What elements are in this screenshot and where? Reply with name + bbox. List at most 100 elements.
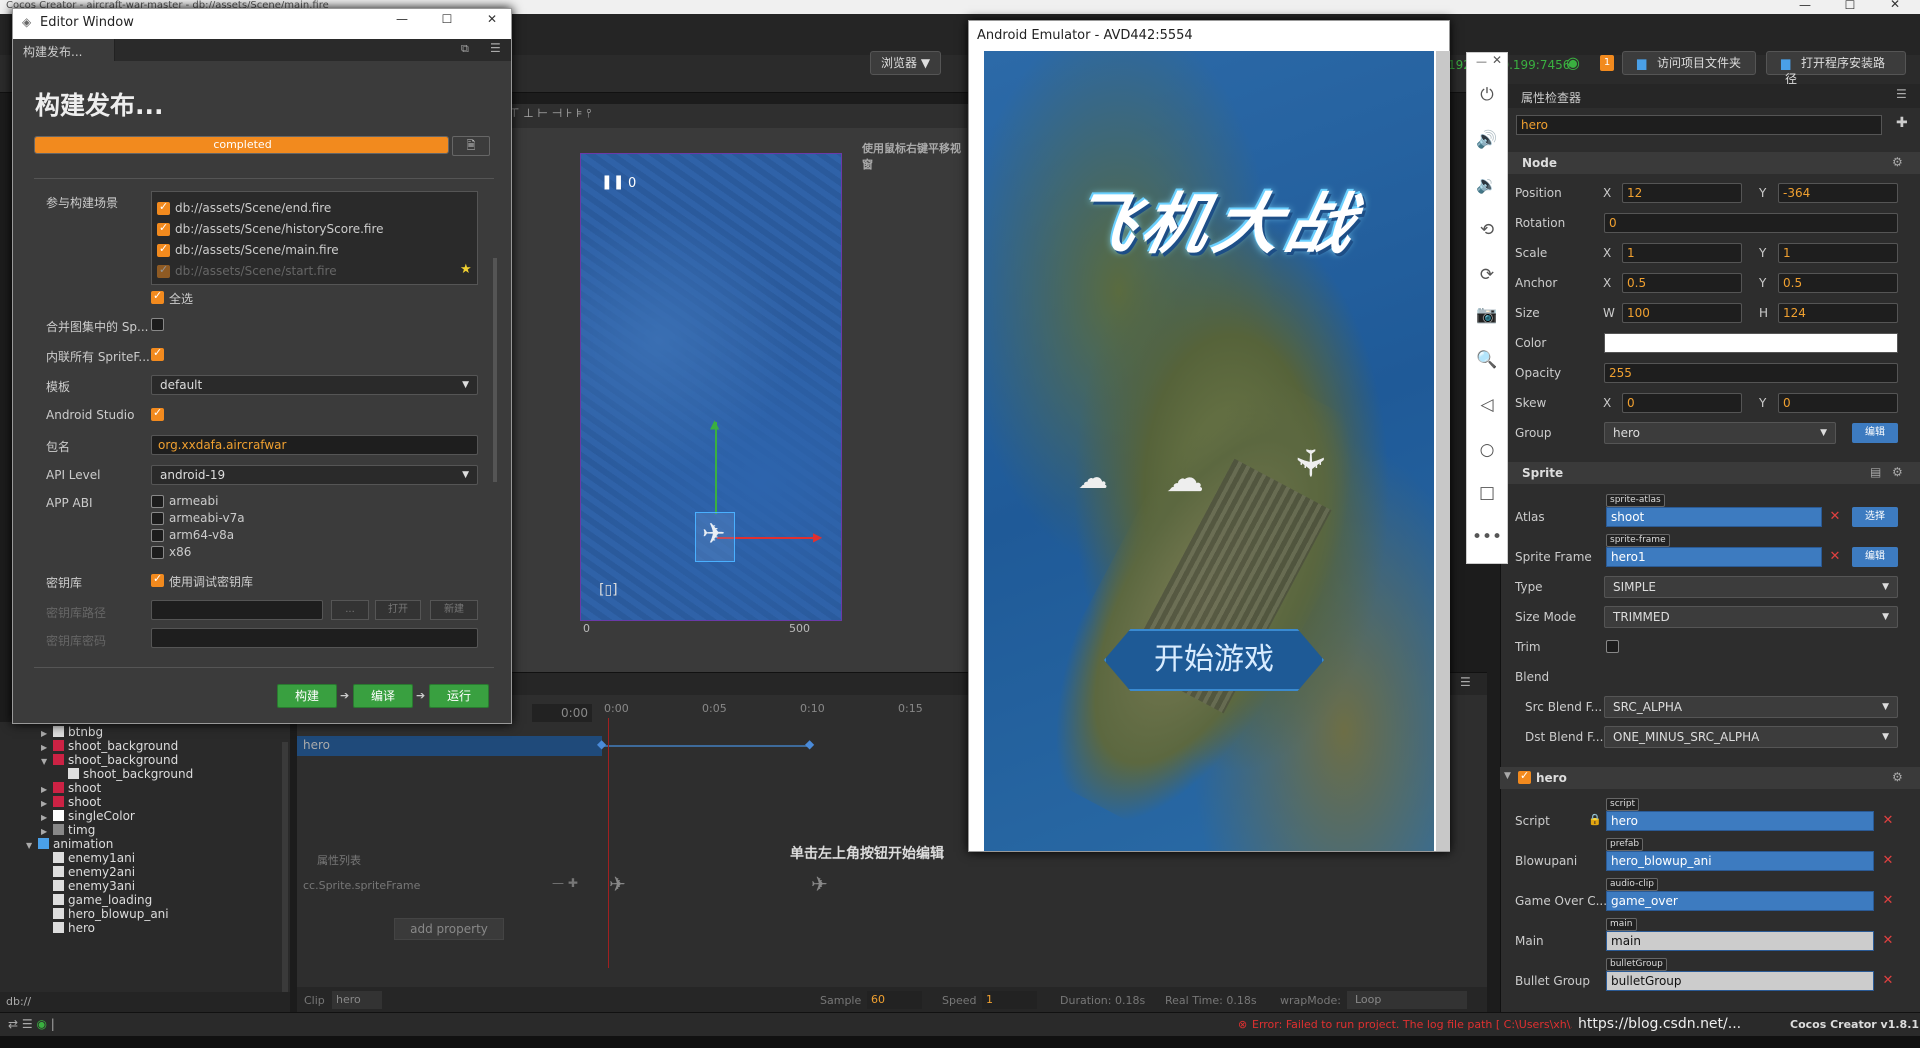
size-w-input[interactable]: 100: [1622, 303, 1742, 323]
hero-sprite[interactable]: ✈: [695, 512, 735, 562]
node-section-header[interactable]: Node ⚙: [1500, 152, 1920, 174]
type-select[interactable]: SIMPLE: [1604, 576, 1898, 598]
scene-main-checkbox[interactable]: [157, 242, 170, 257]
anchor-y-input[interactable]: 0.5: [1778, 273, 1898, 293]
add-component-icon[interactable]: ✚: [1896, 115, 1908, 131]
node-name-input[interactable]: hero: [1516, 115, 1882, 135]
open-project-folder-button[interactable]: ▆ 访问项目文件夹: [1622, 51, 1756, 75]
src-blend-select[interactable]: SRC_ALPHA: [1604, 696, 1898, 718]
keyframe-start-icon[interactable]: ◆: [597, 737, 606, 751]
compile-button[interactable]: 编译: [353, 684, 413, 708]
speed-input[interactable]: 1: [982, 991, 1037, 1009]
more-icon[interactable]: •••: [1470, 522, 1504, 552]
hero-enabled-checkbox[interactable]: [1518, 769, 1531, 784]
abi-x86-checkbox[interactable]: [151, 546, 164, 559]
sprite-frame-ref-field[interactable]: hero1: [1606, 547, 1822, 567]
blowupani-ref-field[interactable]: hero_blowup_ani: [1606, 851, 1874, 871]
clear-bullet-group-icon[interactable]: ✕: [1879, 971, 1897, 991]
volume-up-icon[interactable]: 🔊: [1470, 125, 1504, 155]
zoom-icon[interactable]: 🔍: [1470, 345, 1504, 375]
position-y-input[interactable]: -364: [1778, 183, 1898, 203]
open-log-button[interactable]: 🗎: [452, 136, 490, 156]
size-mode-select[interactable]: TRIMMED: [1604, 606, 1898, 628]
dst-blend-select[interactable]: ONE_MINUS_SRC_ALPHA: [1604, 726, 1898, 748]
build-tab[interactable]: 构建发布...: [13, 39, 115, 61]
sample-input[interactable]: 60: [867, 991, 922, 1009]
run-button[interactable]: 运行: [429, 684, 489, 708]
keyframe-end-icon[interactable]: ◆: [805, 737, 814, 751]
gear-icon[interactable]: ⚙: [1892, 770, 1903, 784]
clear-blowupani-icon[interactable]: ✕: [1879, 851, 1897, 871]
trim-checkbox[interactable]: [1606, 640, 1619, 653]
menu-icon[interactable]: ☰: [490, 41, 501, 55]
clear-atlas-icon[interactable]: ✕: [1826, 507, 1844, 527]
gear-icon[interactable]: ⚙: [1892, 155, 1903, 169]
power-icon[interactable]: ⏻: [1470, 80, 1504, 110]
clear-main-icon[interactable]: ✕: [1879, 931, 1897, 951]
y-arrow-icon[interactable]: ▲: [710, 417, 719, 431]
bullet-group-ref-field[interactable]: bulletGroup: [1606, 971, 1874, 991]
align-icons[interactable]: ⊤ ⊥ ⊢ ⊣ ⊦ ⊧ ⫯: [509, 106, 591, 121]
menu-icon[interactable]: ☰: [1896, 87, 1907, 101]
notification-badge[interactable]: 1: [1600, 55, 1614, 71]
scale-x-input[interactable]: 1: [1622, 243, 1742, 263]
y-axis-gizmo[interactable]: [715, 422, 717, 514]
start-game-button[interactable]: 开始游戏: [1104, 629, 1324, 691]
book-icon[interactable]: ▤: [1870, 465, 1881, 479]
package-input[interactable]: org.xxdafa.aircrafwar: [151, 435, 478, 455]
skew-y-input[interactable]: 0: [1778, 393, 1898, 413]
clear-sprite-frame-icon[interactable]: ✕: [1826, 547, 1844, 567]
add-property-button[interactable]: add property: [394, 918, 504, 940]
merge-atlas-checkbox[interactable]: [151, 318, 164, 331]
sprite-frame-edit-button[interactable]: 编辑: [1852, 547, 1898, 567]
main-ref-field[interactable]: main: [1606, 931, 1874, 951]
sprite-section-header[interactable]: Sprite ▤ ⚙: [1500, 462, 1920, 484]
inline-spriteframe-checkbox[interactable]: [151, 346, 164, 361]
open-install-path-button[interactable]: ▆ 打开程序安装路径: [1766, 51, 1906, 86]
inspector-tab[interactable]: 属性检查器: [1521, 89, 1581, 106]
collapse-icon[interactable]: ▼: [1504, 771, 1511, 781]
android-studio-checkbox[interactable]: [151, 406, 164, 421]
keystore-path-input[interactable]: [151, 600, 323, 620]
status-icons[interactable]: ⇄ ☰ ◉ |: [8, 1017, 55, 1031]
template-select[interactable]: default: [151, 375, 478, 395]
settings-scrollbar[interactable]: [493, 258, 497, 482]
timeline-time[interactable]: 0:00: [532, 704, 592, 722]
debug-keystore-checkbox[interactable]: [151, 572, 164, 587]
atlas-select-button[interactable]: 选择: [1852, 507, 1898, 527]
group-edit-button[interactable]: 编辑: [1852, 423, 1898, 443]
keyframe-plane-icon[interactable]: ✈: [609, 872, 626, 896]
keyframe-plane-icon[interactable]: ✈: [811, 872, 828, 896]
gear-icon[interactable]: ⚙: [1892, 465, 1903, 479]
minimize-icon[interactable]: —: [1795, 0, 1815, 12]
position-x-input[interactable]: 12: [1622, 183, 1742, 203]
scene-history-checkbox[interactable]: [157, 221, 170, 236]
rotate-left-icon[interactable]: ⟲: [1470, 215, 1504, 245]
wrapmode-select[interactable]: Loop: [1347, 991, 1467, 1009]
clip-select[interactable]: hero: [332, 991, 382, 1009]
error-message[interactable]: Error: Failed to run project. The log fi…: [1252, 1018, 1572, 1031]
opacity-input[interactable]: 255: [1604, 363, 1898, 383]
clear-game-over-icon[interactable]: ✕: [1879, 891, 1897, 911]
size-h-input[interactable]: 124: [1778, 303, 1898, 323]
skew-x-input[interactable]: 0: [1622, 393, 1742, 413]
home-icon[interactable]: ○: [1470, 435, 1504, 465]
playhead[interactable]: [608, 718, 609, 968]
maximize-icon[interactable]: ☐: [1840, 0, 1860, 12]
assets-scrollbar[interactable]: [282, 742, 288, 992]
scene-end-checkbox[interactable]: [157, 200, 170, 215]
hero-section-header[interactable]: ▼ hero ⚙: [1500, 767, 1920, 789]
close-icon[interactable]: ✕: [1885, 0, 1905, 11]
new-keystore-button[interactable]: 新建: [430, 600, 478, 620]
volume-down-icon[interactable]: 🔉: [1470, 170, 1504, 200]
abi-armeabi-checkbox[interactable]: [151, 495, 164, 508]
script-ref-field[interactable]: hero: [1606, 811, 1874, 831]
scene-start-checkbox[interactable]: [157, 263, 170, 278]
abi-armeabi-v7a-checkbox[interactable]: [151, 512, 164, 525]
back-icon[interactable]: ◁: [1470, 390, 1504, 420]
select-all-checkbox[interactable]: [151, 289, 164, 304]
build-button[interactable]: 构建: [277, 684, 337, 708]
close-icon[interactable]: ✕: [1492, 53, 1502, 67]
rotate-right-icon[interactable]: ⟳: [1470, 260, 1504, 290]
scale-y-input[interactable]: 1: [1778, 243, 1898, 263]
